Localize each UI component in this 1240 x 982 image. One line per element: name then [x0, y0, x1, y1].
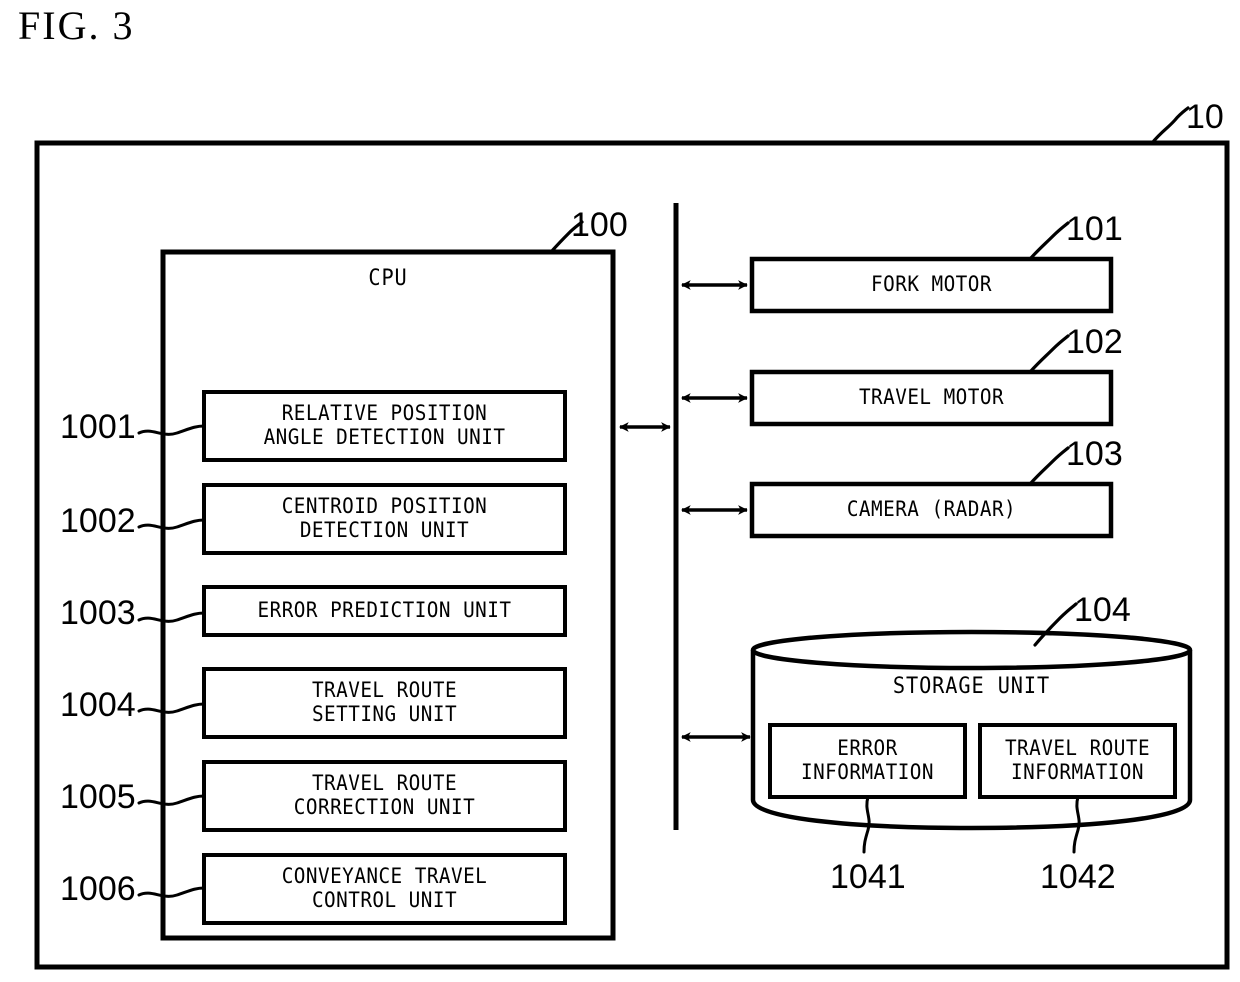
- peripheral-label-103: CAMERA (RADAR): [846, 497, 1017, 522]
- ref-103: 103: [1066, 435, 1123, 473]
- ref-1041: 1041: [830, 858, 906, 896]
- leader-103: [1028, 446, 1070, 486]
- ref-1006: 1006: [60, 870, 136, 908]
- storage-unit-title: STORAGE UNIT: [892, 674, 1051, 699]
- peripheral-label-101: FORK MOTOR: [871, 272, 992, 297]
- ref-1042: 1042: [1040, 858, 1116, 896]
- cpu-title: CPU: [368, 266, 408, 291]
- unit-label-1006: CONVEYANCE TRAVEL CONTROL UNIT: [281, 864, 488, 912]
- leader-104: [1033, 602, 1078, 647]
- unit-label-1004: TRAVEL ROUTE SETTING UNIT: [311, 678, 458, 726]
- ref-101: 101: [1066, 210, 1123, 248]
- figure-root: FIG. 3 10 CPU 100 RELATIVE POSITION ANGL…: [0, 0, 1240, 982]
- ref-102: 102: [1066, 323, 1123, 361]
- leader-101: [1028, 221, 1070, 261]
- figure-title: FIG. 3: [18, 3, 135, 48]
- ref-10: 10: [1186, 98, 1224, 136]
- storage-cylinder-top: [750, 629, 1193, 671]
- leader-10: [1150, 106, 1190, 145]
- ref-100: 100: [571, 206, 628, 244]
- leader-1005: [137, 794, 206, 806]
- ref-1001: 1001: [60, 408, 136, 446]
- leader-1041: [862, 795, 871, 854]
- ref-1003: 1003: [60, 594, 136, 632]
- storage-item-label-1042: TRAVEL ROUTE INFORMATION: [1004, 736, 1151, 784]
- ref-1005: 1005: [60, 778, 136, 816]
- unit-label-1005: TRAVEL ROUTE CORRECTION UNIT: [293, 771, 476, 819]
- ref-1004: 1004: [60, 686, 136, 724]
- unit-label-1002: CENTROID POSITION DETECTION UNIT: [281, 494, 488, 542]
- storage-item-label-1041: ERROR INFORMATION: [800, 736, 934, 784]
- peripheral-label-102: TRAVEL MOTOR: [858, 385, 1005, 410]
- leader-1004: [137, 702, 206, 714]
- leader-1006: [137, 886, 206, 898]
- ref-104: 104: [1074, 591, 1131, 629]
- unit-label-1003: ERROR PREDICTION UNIT: [257, 598, 512, 623]
- leader-1042: [1072, 795, 1081, 854]
- ref-1002: 1002: [60, 502, 136, 540]
- leader-1002: [137, 518, 206, 530]
- leader-102: [1028, 334, 1070, 374]
- unit-label-1001: RELATIVE POSITION ANGLE DETECTION UNIT: [263, 401, 506, 449]
- leader-1003: [137, 611, 206, 623]
- leader-1001: [137, 424, 206, 436]
